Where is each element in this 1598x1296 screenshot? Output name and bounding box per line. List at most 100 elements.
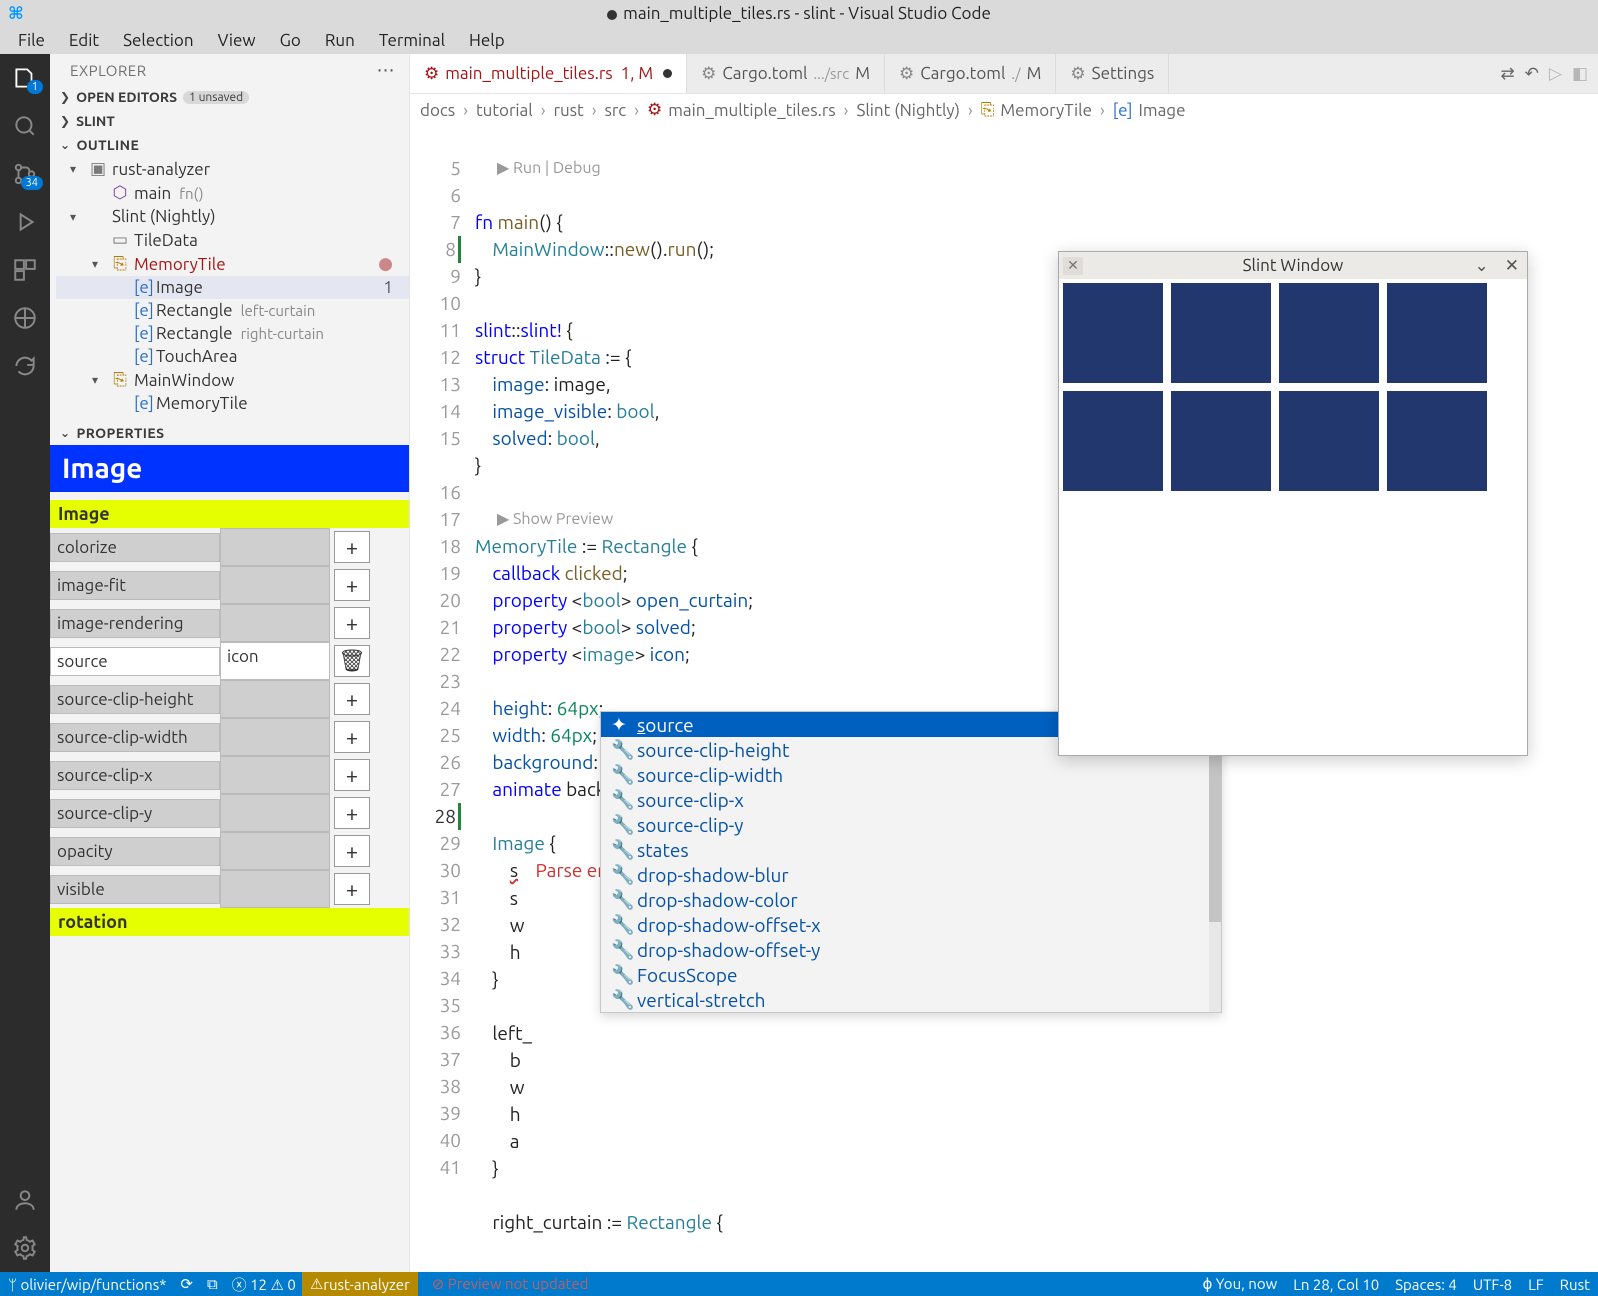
- crumb[interactable]: src: [605, 101, 627, 120]
- completion-item[interactable]: 🔧drop-shadow-color: [601, 887, 1221, 912]
- property-value[interactable]: [220, 756, 330, 794]
- crumb[interactable]: Slint (Nightly): [856, 101, 960, 120]
- remote-icon[interactable]: [11, 304, 39, 332]
- blame-status[interactable]: ɸ You, now: [1202, 1275, 1277, 1293]
- chevron-right-icon[interactable]: ❯: [60, 90, 70, 104]
- add-button[interactable]: +: [334, 873, 370, 905]
- ports-icon[interactable]: ⧉: [207, 1275, 218, 1293]
- memory-tile[interactable]: [1171, 283, 1271, 383]
- tab-settings[interactable]: ⚙ Settings: [1056, 54, 1169, 93]
- preview-status[interactable]: ⊘ Preview not updated: [432, 1275, 589, 1293]
- property-value[interactable]: [220, 794, 330, 832]
- tab-main-multiple-tiles[interactable]: ⚙ main_multiple_tiles.rs 1, M: [410, 54, 687, 93]
- run-icon[interactable]: ▷: [1549, 64, 1562, 84]
- outline-item[interactable]: [e]Rectangleright-curtain: [56, 322, 409, 345]
- sync-icon[interactable]: [11, 352, 39, 380]
- completion-item[interactable]: 🔧vertical-stretch: [601, 987, 1221, 1012]
- eol-status[interactable]: LF: [1528, 1276, 1544, 1293]
- memory-tile[interactable]: [1063, 283, 1163, 383]
- menu-edit[interactable]: Edit: [59, 29, 109, 52]
- branch-indicator[interactable]: ᛘ olivier/wip/functions*: [8, 1276, 166, 1293]
- property-value[interactable]: [220, 680, 330, 718]
- settings-gear-icon[interactable]: [11, 1234, 39, 1262]
- outline-item[interactable]: ▭TileData: [56, 228, 409, 252]
- run-debug-icon[interactable]: [11, 208, 39, 236]
- completion-item[interactable]: 🔧FocusScope: [601, 962, 1221, 987]
- memory-tile[interactable]: [1171, 391, 1271, 491]
- memory-tile[interactable]: [1279, 391, 1379, 491]
- crumb[interactable]: main_multiple_tiles.rs: [668, 101, 835, 120]
- extensions-icon[interactable]: [11, 256, 39, 284]
- crumb[interactable]: rust: [554, 101, 584, 120]
- outline-item[interactable]: [e]Image1: [56, 276, 409, 299]
- menu-selection[interactable]: Selection: [113, 29, 204, 52]
- menu-run[interactable]: Run: [315, 29, 365, 52]
- menu-terminal[interactable]: Terminal: [369, 29, 455, 52]
- compare-changes-icon[interactable]: ⇄: [1500, 64, 1514, 84]
- completion-item[interactable]: 🔧drop-shadow-blur: [601, 862, 1221, 887]
- property-value[interactable]: icon: [220, 642, 330, 680]
- completion-item[interactable]: 🔧drop-shadow-offset-y: [601, 937, 1221, 962]
- memory-tile[interactable]: [1063, 391, 1163, 491]
- indent-status[interactable]: Spaces: 4: [1395, 1276, 1457, 1293]
- add-button[interactable]: +: [334, 607, 370, 639]
- outline-item[interactable]: [e]TouchArea: [56, 345, 409, 368]
- completion-item[interactable]: 🔧drop-shadow-offset-x: [601, 912, 1221, 937]
- outline-item[interactable]: ▾Slint (Nightly): [56, 205, 409, 228]
- outline-item[interactable]: ⬡mainfn(): [56, 181, 409, 205]
- chevron-down-icon[interactable]: ⌄: [60, 138, 70, 152]
- sync-icon[interactable]: ⟳: [180, 1275, 193, 1293]
- menu-go[interactable]: Go: [270, 29, 311, 52]
- delete-button[interactable]: 🗑: [334, 645, 370, 677]
- go-back-icon[interactable]: ↶: [1525, 64, 1539, 84]
- outline-item[interactable]: [e]Rectangleleft-curtain: [56, 299, 409, 322]
- codelens-run[interactable]: ▶ Run | Debug: [475, 155, 1598, 182]
- add-button[interactable]: +: [334, 721, 370, 753]
- tab-cargo-root[interactable]: ⚙ Cargo.toml ./ M: [885, 54, 1056, 93]
- crumb[interactable]: Image: [1139, 101, 1186, 120]
- menu-help[interactable]: Help: [459, 29, 515, 52]
- add-button[interactable]: +: [334, 569, 370, 601]
- property-value[interactable]: [220, 566, 330, 604]
- add-button[interactable]: +: [334, 797, 370, 829]
- split-editor-icon[interactable]: ◧: [1572, 64, 1588, 84]
- outline-item[interactable]: [e]MemoryTile: [56, 392, 409, 415]
- completion-item[interactable]: 🔧source-clip-width: [601, 762, 1221, 787]
- crumb[interactable]: tutorial: [476, 101, 533, 120]
- add-button[interactable]: +: [334, 835, 370, 867]
- memory-tile[interactable]: [1387, 391, 1487, 491]
- slint-preview-window[interactable]: ✕ Slint Window ⌄ ✕: [1058, 251, 1528, 756]
- completion-item[interactable]: 🔧source-clip-x: [601, 787, 1221, 812]
- crumb[interactable]: MemoryTile: [1000, 101, 1092, 120]
- menu-file[interactable]: File: [8, 29, 55, 52]
- completion-item[interactable]: 🔧source-clip-y: [601, 812, 1221, 837]
- property-value[interactable]: [220, 870, 330, 908]
- memory-tile[interactable]: [1279, 283, 1379, 383]
- menu-view[interactable]: View: [208, 29, 266, 52]
- slint-section-label[interactable]: SLINT: [76, 113, 115, 129]
- completion-item[interactable]: 🔧states: [601, 837, 1221, 862]
- problems-indicator[interactable]: ⓧ 12 ⚠ 0: [232, 1274, 296, 1295]
- outline-item[interactable]: ▾▣rust-analyzer: [56, 157, 409, 181]
- open-editors-label[interactable]: OPEN EDITORS: [76, 89, 177, 105]
- add-button[interactable]: +: [334, 683, 370, 715]
- add-button[interactable]: +: [334, 531, 370, 563]
- memory-tile[interactable]: [1387, 283, 1487, 383]
- property-value[interactable]: [220, 718, 330, 756]
- tab-cargo-src[interactable]: ⚙ Cargo.toml .../src M: [687, 54, 885, 93]
- minimize-icon[interactable]: ⌄: [1475, 256, 1489, 276]
- account-icon[interactable]: [11, 1186, 39, 1214]
- properties-section-label[interactable]: PROPERTIES: [76, 425, 164, 441]
- property-value[interactable]: [220, 528, 330, 566]
- encoding-status[interactable]: UTF-8: [1473, 1276, 1512, 1293]
- property-value[interactable]: [220, 604, 330, 642]
- chevron-down-icon[interactable]: ⌄: [60, 426, 70, 440]
- close-icon[interactable]: ✕: [1505, 256, 1519, 276]
- outline-item[interactable]: ▾⎘MainWindow: [56, 368, 409, 392]
- cursor-position[interactable]: Ln 28, Col 10: [1293, 1276, 1379, 1293]
- add-button[interactable]: +: [334, 759, 370, 791]
- outline-item[interactable]: ▾⎘MemoryTile●: [56, 252, 409, 276]
- crumb[interactable]: docs: [420, 101, 455, 120]
- search-icon[interactable]: [11, 112, 39, 140]
- outline-section-label[interactable]: OUTLINE: [76, 137, 139, 153]
